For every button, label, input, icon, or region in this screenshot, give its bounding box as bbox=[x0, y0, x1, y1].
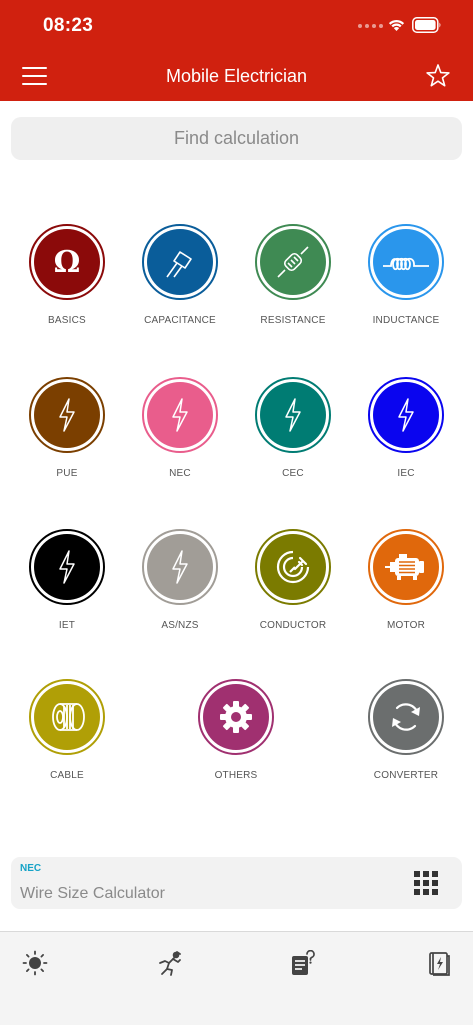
category-badge bbox=[368, 224, 444, 300]
resistor-icon bbox=[277, 246, 309, 278]
app-title: Mobile Electrician bbox=[165, 66, 308, 86]
cable-reel-icon bbox=[52, 703, 85, 731]
battery-icon bbox=[412, 17, 441, 33]
cellular-signal-icon bbox=[358, 24, 383, 28]
category-label: CABLE bbox=[50, 770, 84, 781]
category-label: RESISTANCE bbox=[260, 315, 326, 326]
category-label: OTHERS bbox=[214, 770, 258, 781]
category-label: MOTOR bbox=[386, 620, 426, 631]
tab-bar bbox=[0, 931, 473, 1025]
lightning-icon bbox=[172, 550, 188, 584]
document-question-icon[interactable] bbox=[290, 950, 316, 976]
category-badge bbox=[368, 679, 444, 755]
favorites-star-icon[interactable] bbox=[425, 63, 451, 89]
grid-icon[interactable] bbox=[414, 871, 438, 895]
omega-icon: Ω bbox=[54, 245, 81, 279]
recent-calculation-title: Wire Size Calculator bbox=[20, 885, 165, 902]
plug-icon bbox=[276, 550, 310, 584]
category-label: IET bbox=[58, 620, 76, 631]
category-label: CONDUCTOR bbox=[259, 620, 327, 631]
category-label: PUE bbox=[56, 468, 78, 479]
category-badge bbox=[368, 529, 444, 605]
recent-calculation[interactable]: NEC Wire Size Calculator bbox=[11, 857, 462, 909]
category-badge bbox=[255, 377, 331, 453]
category-badge bbox=[29, 377, 105, 453]
status-time: 08:23 bbox=[43, 15, 94, 36]
category-badge bbox=[29, 529, 105, 605]
category-badge bbox=[255, 224, 331, 300]
lightning-icon bbox=[59, 550, 75, 584]
motor-icon bbox=[385, 554, 424, 580]
book-icon[interactable] bbox=[426, 950, 452, 976]
category-badge bbox=[142, 529, 218, 605]
category-label: IEC bbox=[397, 468, 415, 479]
category-badge bbox=[255, 529, 331, 605]
gear-icon bbox=[220, 701, 252, 733]
category-badge bbox=[142, 224, 218, 300]
category-label: AS/NZS bbox=[161, 620, 199, 631]
search-input[interactable] bbox=[11, 117, 462, 160]
lightning-icon bbox=[398, 398, 414, 432]
recent-category-tag: NEC bbox=[20, 863, 42, 874]
category-label: CAPACITANCE bbox=[144, 315, 216, 326]
coil-icon bbox=[383, 257, 429, 271]
lightning-icon bbox=[285, 398, 301, 432]
wifi-icon bbox=[388, 19, 405, 31]
category-badge bbox=[368, 377, 444, 453]
category-badge bbox=[29, 679, 105, 755]
lightning-icon bbox=[59, 398, 75, 432]
svg-text:Ω: Ω bbox=[54, 245, 81, 279]
category-label: CONVERTER bbox=[373, 770, 439, 781]
category-badge bbox=[142, 377, 218, 453]
electrician-icon[interactable] bbox=[156, 950, 182, 976]
capacitor-icon bbox=[166, 251, 192, 278]
sun-icon[interactable] bbox=[22, 950, 48, 976]
refresh-icon bbox=[392, 703, 420, 731]
category-label: BASICS bbox=[48, 315, 86, 326]
category-badge bbox=[198, 679, 274, 755]
app-header: 08:23 Mobile Electrician bbox=[0, 0, 473, 101]
category-label: INDUCTANCE bbox=[372, 315, 440, 326]
category-badge: Ω bbox=[29, 224, 105, 300]
category-label: CEC bbox=[282, 468, 304, 479]
category-label: NEC bbox=[169, 468, 191, 479]
lightning-icon bbox=[172, 398, 188, 432]
